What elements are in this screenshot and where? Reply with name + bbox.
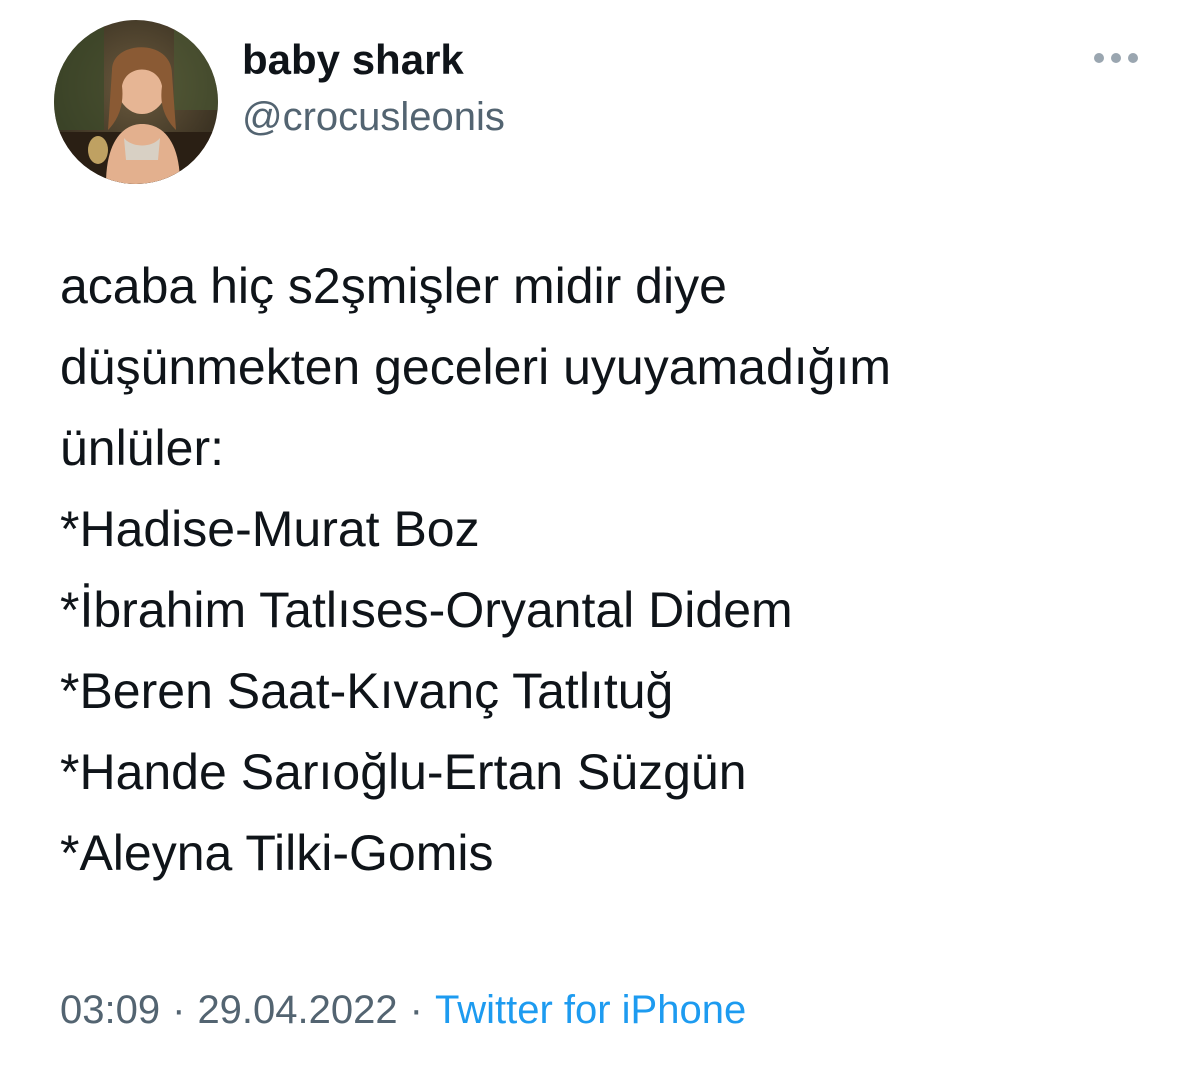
author-handle[interactable]: @crocusleonis [242,94,505,140]
tweet-source-link[interactable]: Twitter for iPhone [435,988,746,1032]
tweet-text-line: *Hadise-Murat Boz [60,501,480,557]
tweet-time[interactable]: 03:09 [60,988,160,1032]
tweet-text: acaba hiç s2şmişler midir diye düşünmekt… [60,246,1170,894]
tweet-text-line: acaba hiç s2şmişler midir diye [60,258,727,314]
meta-separator: · [172,988,186,1032]
avatar[interactable] [54,20,218,184]
tweet-text-line: *Hande Sarıoğlu-Ertan Süzgün [60,744,747,800]
more-button[interactable] [1086,40,1146,76]
tweet-date[interactable]: 29.04.2022 [197,988,397,1032]
tweet-metadata: 03:09 · 29.04.2022 · Twitter for iPhone [60,984,746,1036]
author-display-name[interactable]: baby shark [242,36,464,84]
tweet-text-line: *Aleyna Tilki-Gomis [60,825,494,881]
tweet-text-line: düşünmekten geceleri uyuyamadığım [60,339,892,395]
tweet-text-line: *Beren Saat-Kıvanç Tatlıtuğ [60,663,674,719]
meta-separator: · [409,988,423,1032]
tweet-text-line: ünlüler: [60,420,224,476]
more-horizontal-icon [1094,53,1138,63]
tweet: baby shark @crocusleonis acaba hiç s2şmi… [0,0,1200,1066]
tweet-text-line: *İbrahim Tatlıses-Oryantal Didem [60,582,793,638]
profile-photo-icon [54,20,218,184]
